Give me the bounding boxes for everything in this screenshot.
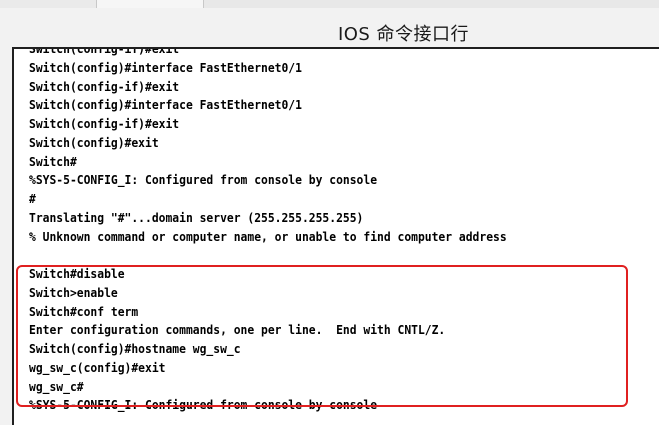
console-line: Switch(config)#interface FastEthernet0/1	[29, 98, 302, 113]
tab-inactive[interactable]	[0, 0, 97, 8]
console-line: % Unknown command or computer name, or u…	[29, 229, 507, 244]
tab-strip	[0, 0, 659, 8]
console-line: %SYS-5-CONFIG_I: Configured from console…	[29, 173, 378, 188]
console-line: #	[29, 192, 36, 206]
console-line: Switch(config-if)#exit	[29, 79, 180, 94]
console-line: Switch(config)#interface FastEthernet0/1	[29, 60, 302, 75]
console-line: Switch(config-if)#exit	[29, 47, 180, 56]
highlight-annotation-box	[16, 265, 628, 407]
console-line: Switch(config)#exit	[29, 135, 159, 150]
console-line: Translating "#"...domain server (255.255…	[29, 210, 364, 225]
console-line: Switch(config-if)#exit	[29, 117, 180, 131]
panel-title: IOS 命令接口行	[337, 24, 470, 45]
console-line: Switch#	[29, 154, 77, 169]
tab-active[interactable]	[97, 0, 204, 8]
ios-cli-window: IOS 命令接口行 Switch(config-if)#exit Switch(…	[0, 0, 659, 425]
